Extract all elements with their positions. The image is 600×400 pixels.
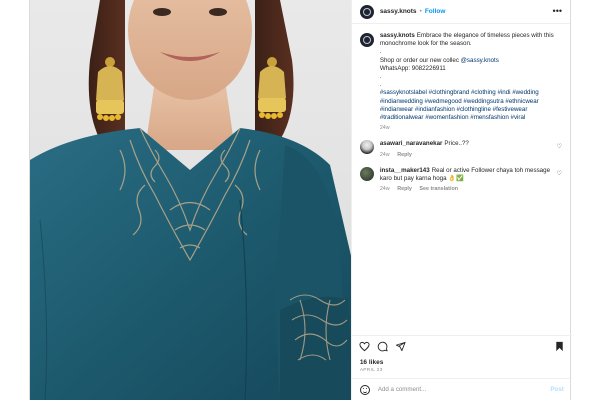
post-image[interactable]	[30, 0, 351, 400]
mention-link[interactable]: @sassy.knots	[461, 57, 499, 64]
caption-dot: .	[379, 48, 382, 56]
post-username[interactable]: sassy.knots	[380, 8, 417, 15]
more-horizontal-icon[interactable]: •••	[553, 7, 562, 16]
post-date[interactable]: APRIL 23	[360, 368, 383, 373]
comments-section: sassy.knots Embrace the elegance of timel…	[352, 24, 570, 335]
comment-time[interactable]: 24w	[380, 152, 390, 158]
emoji-smile-icon[interactable]	[359, 384, 370, 395]
share-icon[interactable]	[395, 341, 406, 352]
likes-count[interactable]: 16 likes	[360, 359, 384, 366]
caption-avatar[interactable]	[359, 33, 374, 47]
caption-shop-line: Shop or order our new collec @sassy.knot…	[380, 57, 562, 65]
instagram-post-modal: sassy.knots • Follow ••• sassy.knots Embr…	[29, 0, 572, 400]
comment-icon[interactable]	[377, 341, 388, 352]
caption-dot: .	[379, 81, 382, 89]
caption-username[interactable]: sassy.knots	[380, 32, 415, 39]
post-actions-bar	[351, 335, 572, 357]
comment-meta: 24w Reply	[380, 151, 553, 159]
comment-item: insta__maker143 Real or active Follower c…	[359, 166, 562, 194]
caption-whatsapp: WhatsApp: 9082226911	[379, 64, 446, 72]
comment-meta: 24w Reply See translation	[380, 185, 553, 193]
comment-text: Price..??	[444, 140, 469, 148]
post-comment-button[interactable]: Post	[550, 386, 563, 393]
post-header: sassy.knots • Follow •••	[351, 0, 570, 24]
model-in-kurta-photo	[30, 0, 351, 400]
post-side-panel: sassy.knots • Follow ••• sassy.knots Embr…	[350, 0, 572, 400]
caption-shop-text: Shop or order our new collec	[379, 56, 459, 64]
comment-username[interactable]: asawari_naravanekar	[380, 140, 443, 147]
bookmark-icon[interactable]	[554, 341, 565, 352]
heart-icon[interactable]	[359, 341, 370, 352]
comment-time[interactable]: 24w	[380, 186, 390, 192]
see-translation-button[interactable]: See translation	[419, 186, 458, 192]
comment-username[interactable]: insta__maker143	[380, 167, 430, 174]
follow-button[interactable]: Follow	[425, 8, 446, 15]
add-comment-input[interactable]	[377, 386, 551, 393]
commenter-avatar[interactable]	[359, 166, 374, 181]
comment-item: asawari_naravanekar Price..?? 24w Reply ♡	[359, 140, 562, 159]
separator-dot: •	[419, 8, 422, 15]
caption-time[interactable]: 24w	[380, 125, 390, 131]
comment-like-heart-icon[interactable]: ♡	[557, 143, 562, 158]
reply-button[interactable]: Reply	[397, 152, 412, 158]
caption-dot: .	[379, 73, 382, 81]
reply-button[interactable]: Reply	[397, 186, 412, 192]
profile-avatar[interactable]	[359, 4, 374, 19]
commenter-avatar[interactable]	[359, 140, 374, 155]
comment-like-heart-icon[interactable]: ♡	[557, 170, 562, 194]
caption-meta: 24w	[380, 124, 562, 132]
caption-hashtags[interactable]: #sassyknotslabel #clothingbrand #clothin…	[380, 89, 562, 122]
add-comment-bar: Post	[351, 378, 572, 400]
caption: sassy.knots Embrace the elegance of timel…	[359, 32, 562, 132]
